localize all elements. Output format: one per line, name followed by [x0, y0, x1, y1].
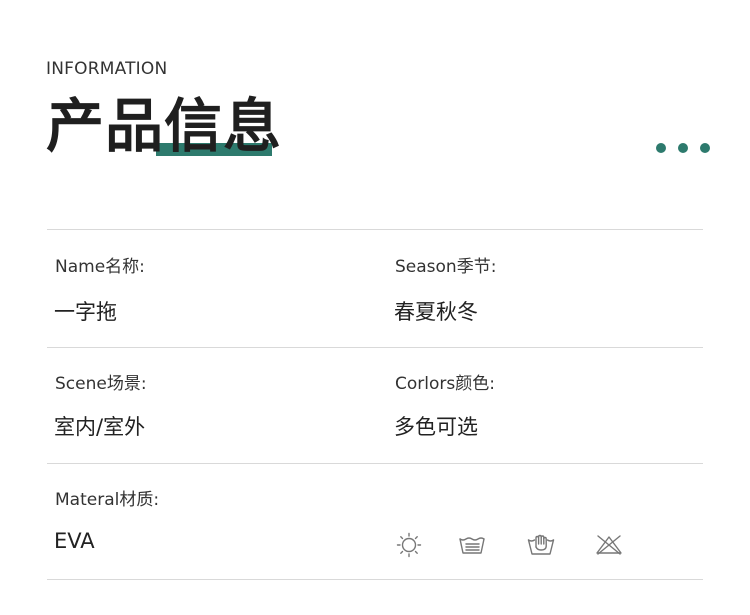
divider	[47, 347, 703, 348]
material-label: Materal材质:	[55, 490, 160, 510]
divider	[47, 579, 703, 580]
do-not-bleach-icon	[595, 532, 623, 558]
eyebrow-label: INFORMATION	[46, 59, 168, 79]
sun-dry-icon	[396, 532, 424, 558]
season-label: Season季节:	[395, 257, 497, 277]
machine-wash-icon	[458, 532, 486, 558]
more-dots	[656, 143, 710, 153]
colors-value: 多色可选	[394, 415, 478, 439]
name-label: Name名称:	[55, 257, 145, 277]
name-value: 一字拖	[54, 300, 117, 324]
dot	[700, 143, 710, 153]
hand-wash-icon	[527, 532, 555, 558]
material-value: EVA	[54, 529, 95, 553]
dot	[678, 143, 688, 153]
divider	[47, 463, 703, 464]
scene-value: 室内/室外	[54, 415, 146, 439]
title-block: 产品信息	[46, 92, 282, 160]
divider	[47, 229, 703, 230]
colors-label: Corlors颜色:	[395, 374, 495, 394]
scene-label: Scene场景:	[55, 374, 147, 394]
dot	[656, 143, 666, 153]
season-value: 春夏秋冬	[394, 300, 478, 324]
page-title: 产品信息	[46, 92, 283, 160]
